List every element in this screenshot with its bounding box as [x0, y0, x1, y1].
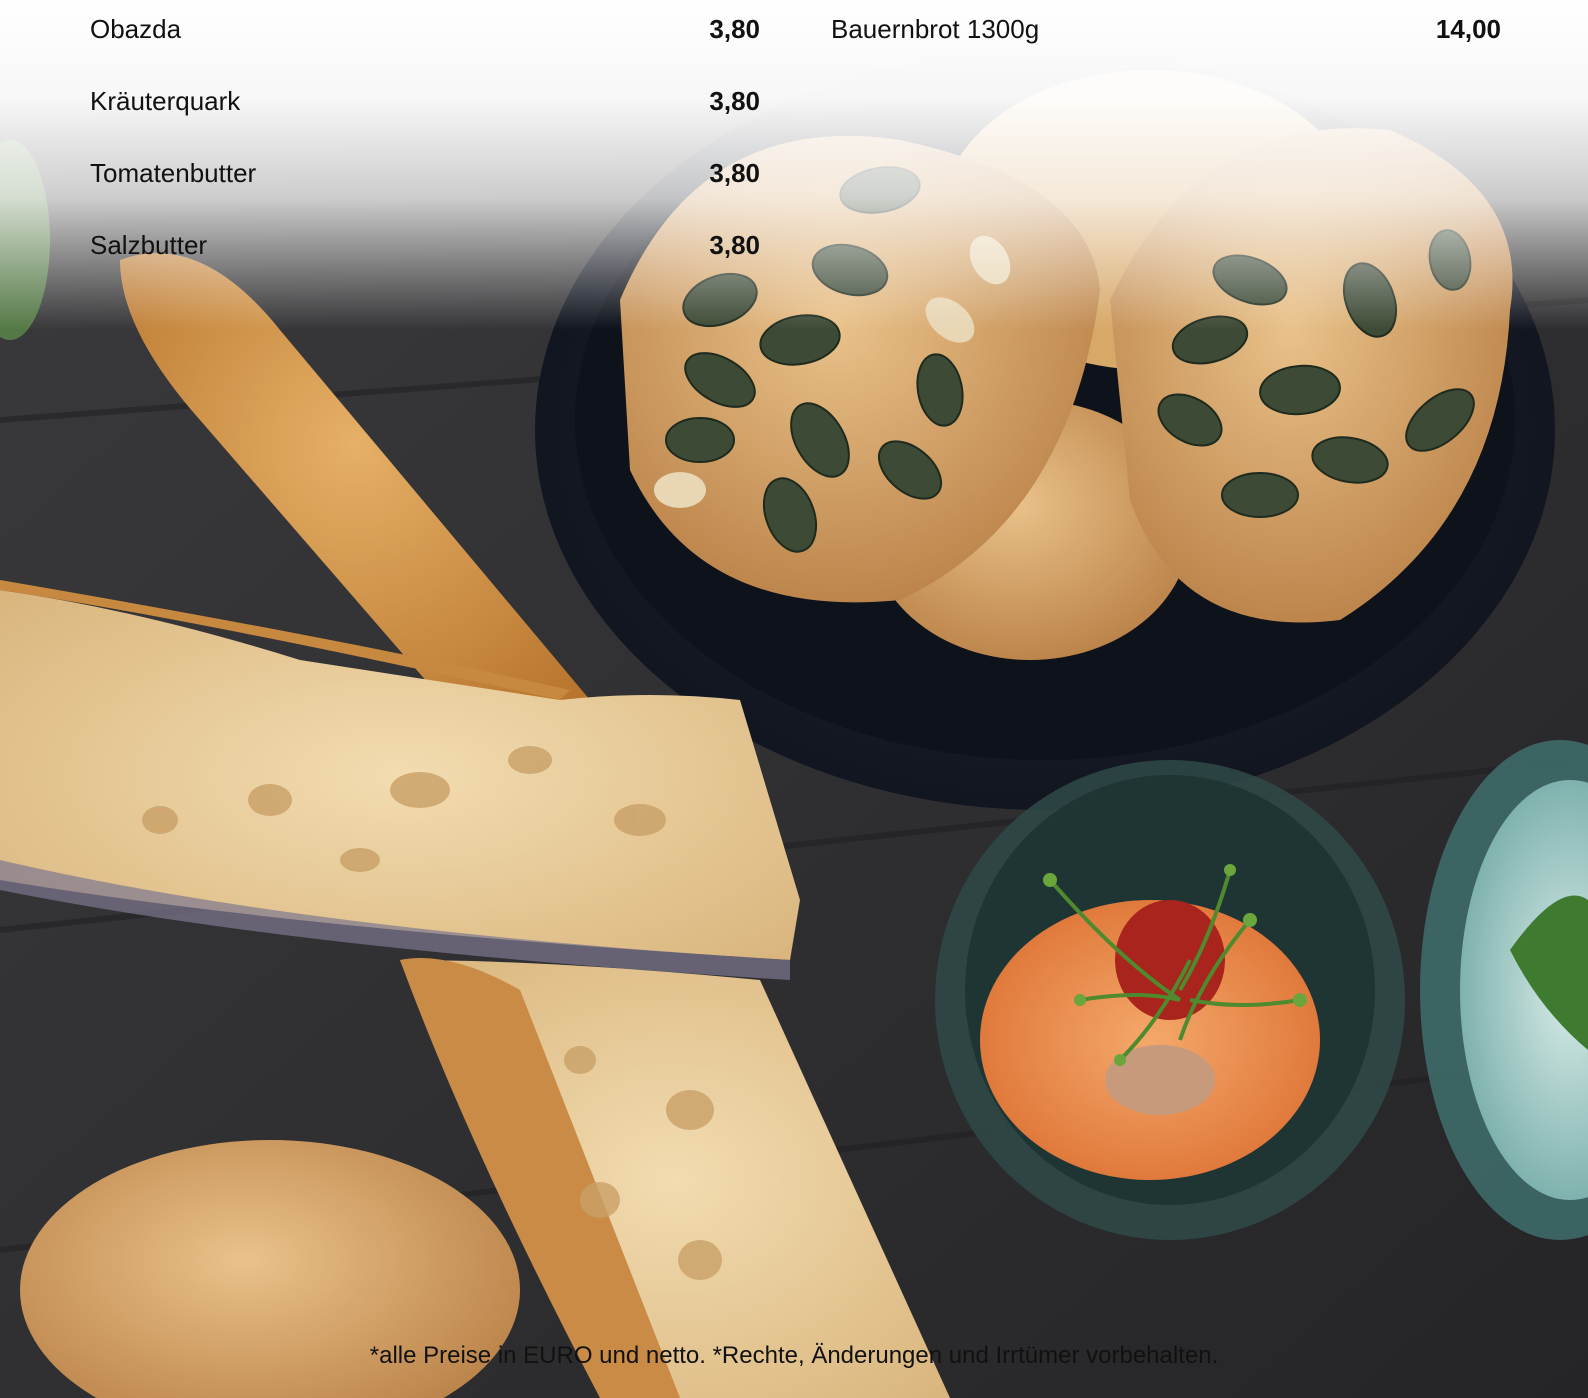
footer-note: *alle Preise in EURO und netto. *Rechte,…: [369, 1342, 1219, 1369]
item-price: 3,80: [709, 86, 760, 116]
item-price: 14,00: [1435, 14, 1501, 44]
item-price: 3,80: [709, 14, 760, 44]
item-name: Salzbutter: [90, 230, 208, 260]
item-name: Obazda: [90, 14, 182, 44]
item-name: Bauernbrot 1300g: [831, 14, 1040, 44]
item-name: Tomatenbutter: [90, 158, 257, 188]
item-price: 3,80: [709, 158, 760, 188]
item-name: Kräuterquark: [90, 86, 241, 116]
item-price: 3,80: [709, 230, 760, 260]
